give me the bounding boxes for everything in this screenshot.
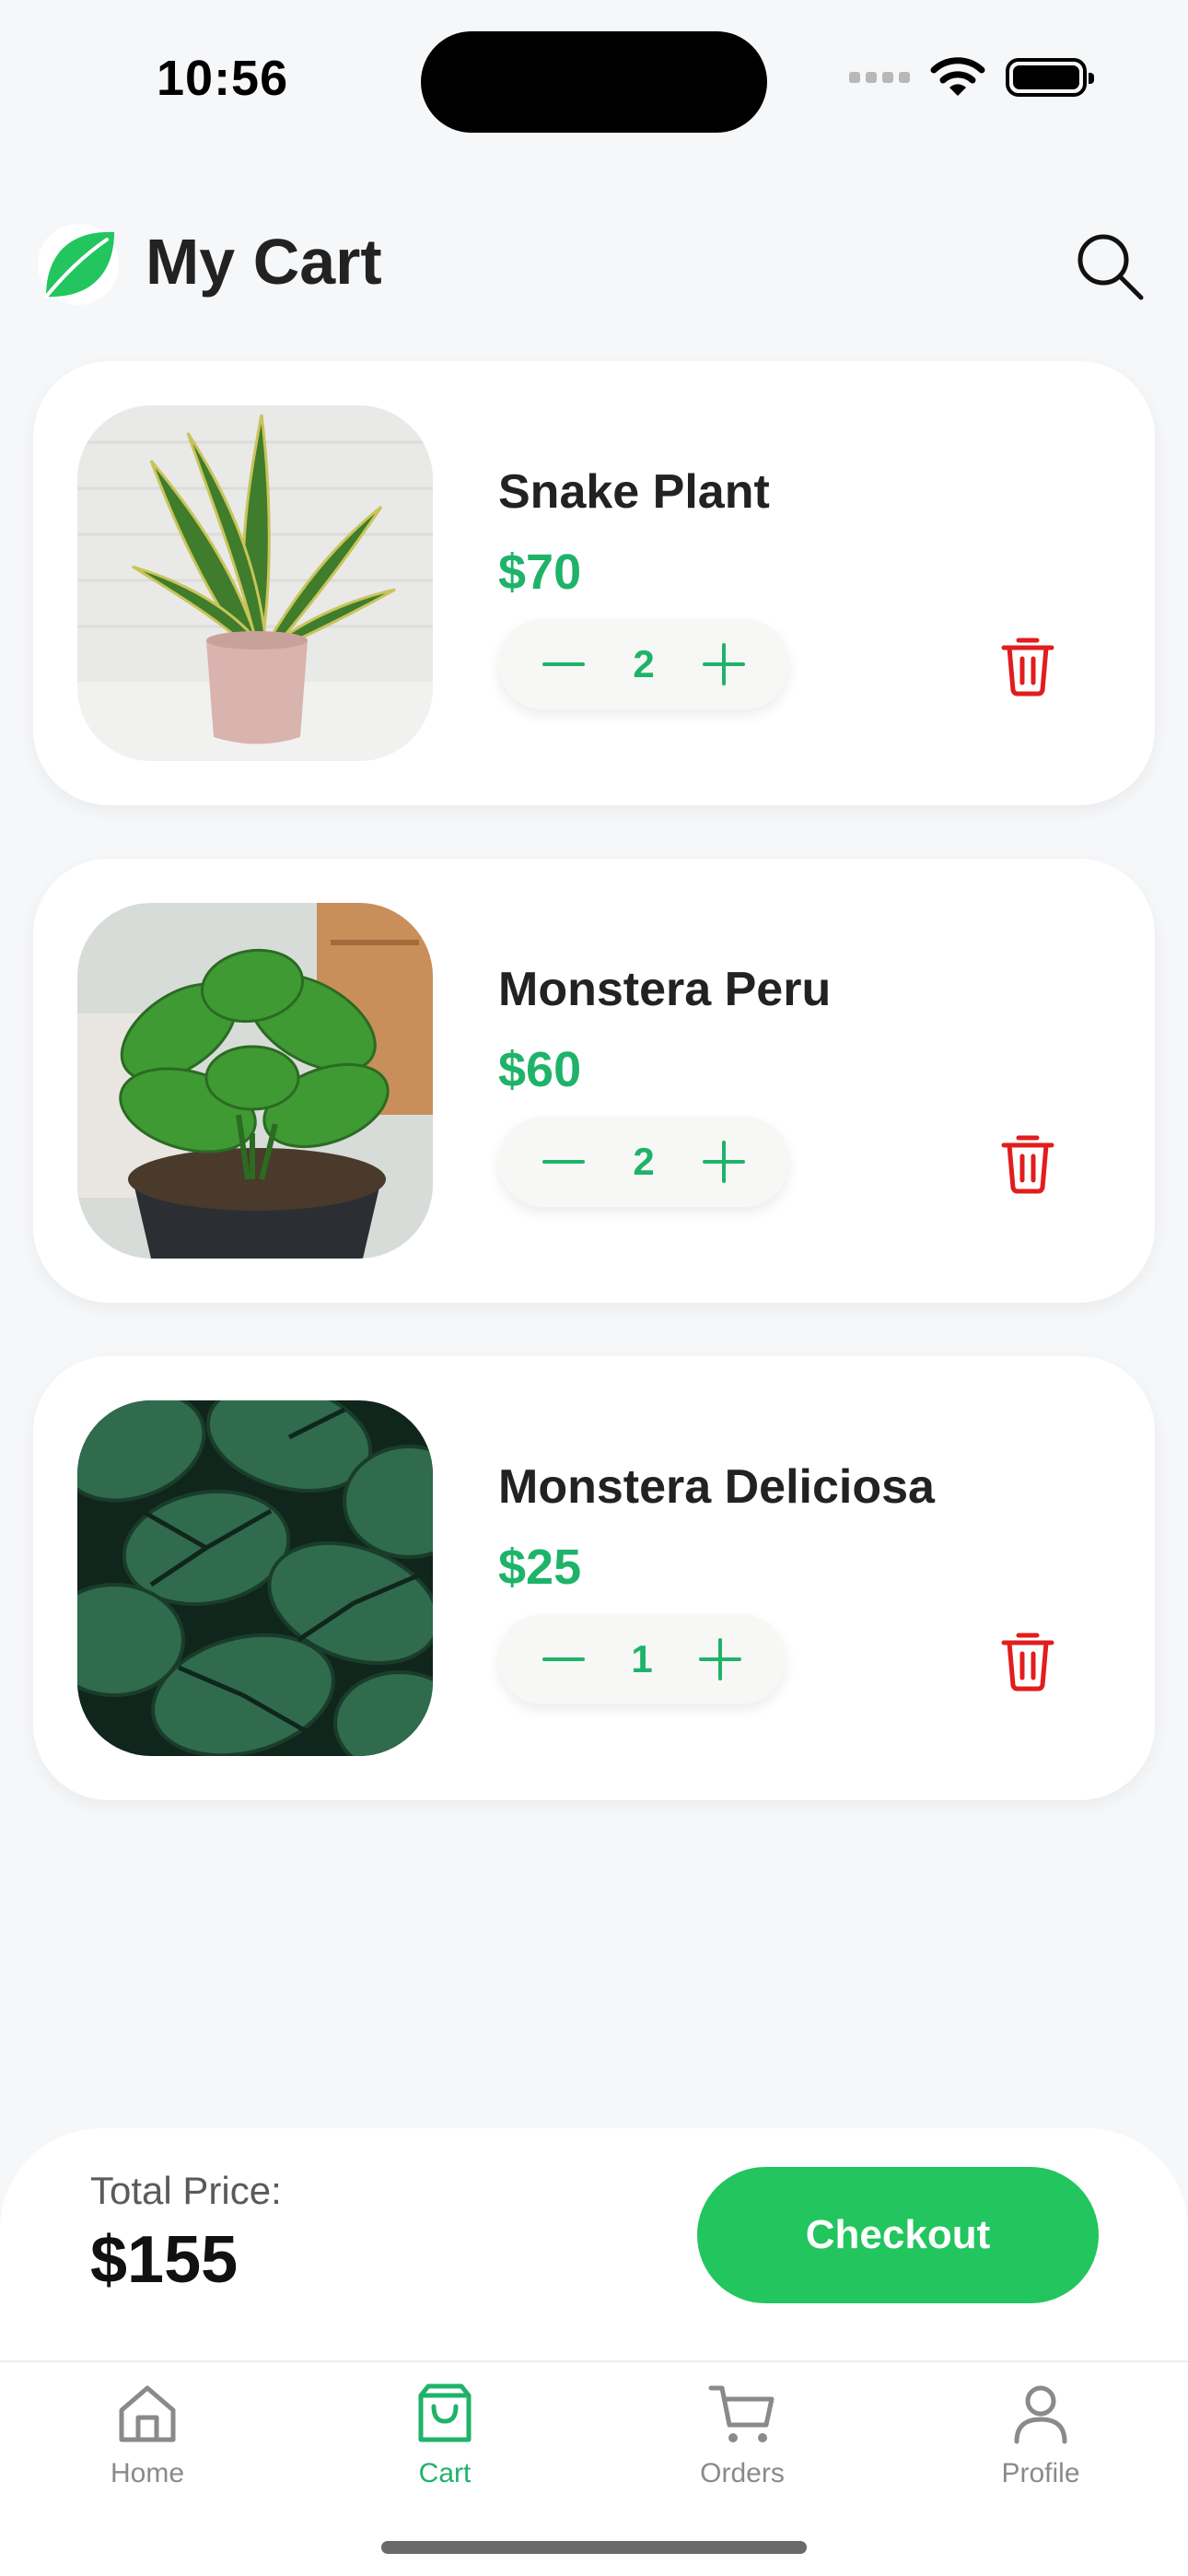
tab-label: Orders: [700, 2458, 785, 2488]
search-button[interactable]: [1068, 225, 1151, 308]
cart-item[interactable]: Snake Plant $70 2: [33, 361, 1155, 805]
tab-label: Cart: [418, 2458, 472, 2488]
cart-screen: 10:56 My Cart Snake Plant $70 2 Monstera…: [0, 0, 1188, 2576]
tab-label: Home: [110, 2458, 185, 2488]
delete-item-button[interactable]: [991, 1126, 1065, 1200]
minus-icon: [542, 1160, 585, 1164]
tab-cart[interactable]: Cart: [353, 2377, 537, 2515]
user-icon: [1014, 2385, 1067, 2444]
search-icon: [1077, 234, 1144, 300]
wifi-icon: [930, 57, 985, 96]
trash-icon: [1001, 638, 1054, 697]
plus-icon: [702, 643, 745, 685]
increase-quantity-button[interactable]: [699, 639, 749, 689]
product-image-snake-plant: [77, 405, 433, 761]
decrease-quantity-button[interactable]: [539, 1634, 588, 1684]
tab-home[interactable]: Home: [55, 2377, 239, 2515]
status-bar: 10:56: [0, 0, 1188, 147]
cart-item[interactable]: Monstera Deliciosa $25 1: [33, 1356, 1155, 1800]
cart-list: Snake Plant $70 2 Monstera Peru $60 2 Mo…: [33, 361, 1155, 1854]
delete-item-button[interactable]: [991, 1623, 1065, 1697]
product-image-monstera-peru: [77, 903, 433, 1259]
total-price-label: Total Price:: [90, 2169, 282, 2212]
leaf-logo-icon: [38, 224, 119, 305]
status-time: 10:56: [157, 51, 289, 106]
status-indicators: [849, 57, 1094, 98]
quantity-stepper: 2: [498, 619, 789, 709]
increase-quantity-button[interactable]: [695, 1634, 745, 1684]
product-name: Snake Plant: [498, 465, 770, 519]
quantity-stepper: 1: [498, 1614, 786, 1704]
quantity-stepper: 2: [498, 1117, 789, 1207]
home-icon: [119, 2385, 176, 2442]
checkout-summary: Total Price: $155 Checkout: [0, 2128, 1188, 2368]
cellular-signal-icon: [849, 72, 910, 83]
product-price: $60: [498, 1042, 582, 1097]
decrease-quantity-button[interactable]: [539, 1137, 588, 1187]
tab-label: Profile: [1001, 2458, 1080, 2488]
decrease-quantity-button[interactable]: [539, 639, 588, 689]
tab-profile[interactable]: Profile: [949, 2377, 1133, 2515]
delete-item-button[interactable]: [991, 628, 1065, 702]
plus-icon: [698, 1638, 741, 1680]
quantity-value: 1: [631, 1637, 653, 1680]
home-indicator[interactable]: [381, 2541, 807, 2554]
product-price: $25: [498, 1540, 582, 1595]
quantity-value: 2: [633, 642, 655, 685]
tab-orders[interactable]: Orders: [650, 2377, 834, 2515]
cart-item[interactable]: Monstera Peru $60 2: [33, 859, 1155, 1303]
minus-icon: [542, 662, 585, 666]
battery-icon: [1006, 58, 1094, 97]
header: My Cart: [37, 212, 1151, 313]
quantity-value: 2: [633, 1140, 655, 1183]
increase-quantity-button[interactable]: [699, 1137, 749, 1187]
trash-icon: [1001, 1135, 1054, 1194]
minus-icon: [542, 1657, 585, 1661]
plus-icon: [702, 1141, 745, 1183]
cart-icon: [708, 2385, 775, 2442]
product-price: $70: [498, 544, 582, 600]
page-title: My Cart: [146, 226, 382, 298]
checkout-button[interactable]: Checkout: [697, 2167, 1099, 2303]
product-name: Monstera Deliciosa: [498, 1460, 935, 1514]
total-price-value: $155: [90, 2223, 239, 2297]
trash-icon: [1001, 1633, 1054, 1692]
dynamic-island: [421, 31, 767, 133]
product-image-monstera-deliciosa: [77, 1400, 433, 1756]
shopping-bag-icon: [418, 2383, 472, 2442]
product-name: Monstera Peru: [498, 963, 832, 1016]
